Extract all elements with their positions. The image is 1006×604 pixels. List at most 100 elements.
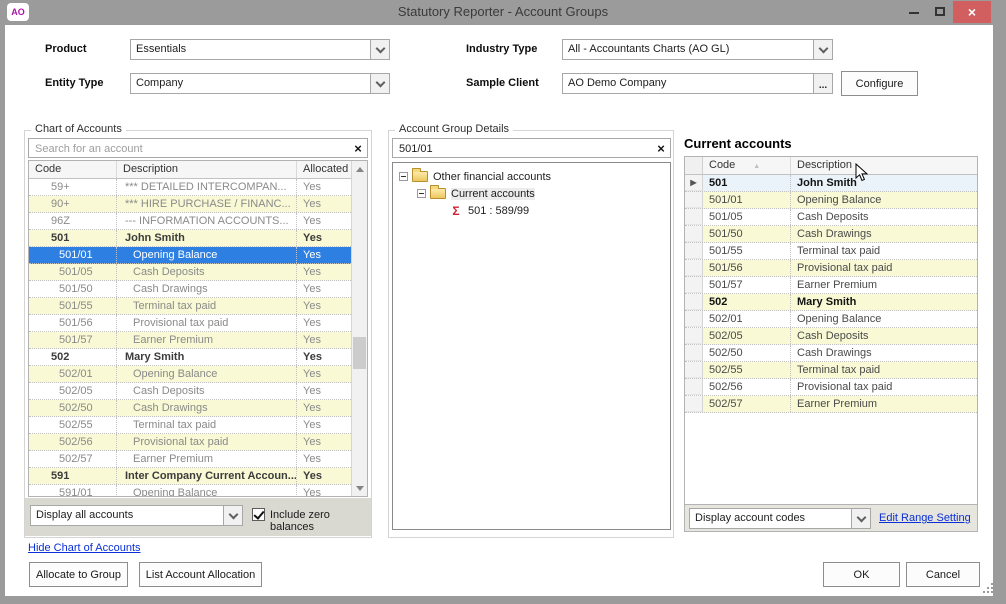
tree-expander-icon[interactable] — [399, 172, 408, 181]
current-accounts-row[interactable]: 501/50Cash Drawings — [685, 226, 977, 243]
coa-cell-description: Opening Balance — [117, 366, 297, 382]
clear-search-icon[interactable]: × — [350, 140, 366, 156]
chevron-down-icon[interactable] — [813, 40, 832, 59]
current-accounts-row[interactable]: 501/55Terminal tax paid — [685, 243, 977, 260]
coa-table-row[interactable]: 502/05Cash DepositsYes — [29, 383, 351, 400]
entity-type-select[interactable]: Company — [130, 73, 390, 94]
clear-filter-icon[interactable]: × — [653, 140, 669, 156]
include-zero-checkbox[interactable] — [252, 508, 265, 521]
row-selector[interactable] — [685, 192, 703, 208]
cancel-button[interactable]: Cancel — [906, 562, 980, 587]
scroll-down-icon[interactable] — [352, 480, 367, 496]
row-selector[interactable] — [685, 226, 703, 242]
list-account-allocation-button[interactable]: List Account Allocation — [139, 562, 262, 587]
tree-expander-icon[interactable] — [417, 189, 426, 198]
row-selector[interactable] — [685, 379, 703, 395]
ca-cell-code: 501/05 — [703, 209, 791, 225]
vertical-scrollbar[interactable] — [351, 161, 367, 496]
chevron-down-icon[interactable] — [851, 509, 870, 528]
ok-button[interactable]: OK — [823, 562, 900, 587]
row-selector[interactable] — [685, 396, 703, 412]
current-accounts-row[interactable]: 502/05Cash Deposits — [685, 328, 977, 345]
current-accounts-row[interactable]: 502/50Cash Drawings — [685, 345, 977, 362]
hide-chart-link[interactable]: Hide Chart of Accounts — [28, 542, 141, 554]
row-selector[interactable] — [685, 362, 703, 378]
row-selector[interactable] — [685, 311, 703, 327]
current-accounts-row[interactable]: 502/55Terminal tax paid — [685, 362, 977, 379]
current-accounts-row[interactable]: 501/05Cash Deposits — [685, 209, 977, 226]
coa-table-row[interactable]: 96Z--- INFORMATION ACCOUNTS...Yes — [29, 213, 351, 230]
current-accounts-row[interactable]: 502/56Provisional tax paid — [685, 379, 977, 396]
minimize-button[interactable] — [905, 4, 923, 20]
tree-node[interactable]: Current accounts — [393, 185, 670, 202]
coa-table-row[interactable]: 502/55Terminal tax paidYes — [29, 417, 351, 434]
account-search-box: × — [28, 138, 368, 158]
product-select[interactable]: Essentials — [130, 39, 390, 60]
display-codes-select[interactable]: Display account codes — [689, 508, 871, 529]
column-header-code[interactable]: Code▲ — [703, 157, 791, 174]
tree-node[interactable]: Other financial accounts — [393, 168, 670, 185]
current-accounts-row[interactable]: 501/01Opening Balance — [685, 192, 977, 209]
account-search-input[interactable] — [33, 140, 348, 158]
coa-cell-code: 591 — [29, 468, 117, 484]
close-button[interactable]: × — [953, 1, 991, 23]
coa-table-row[interactable]: 502/50Cash DrawingsYes — [29, 400, 351, 417]
row-selector[interactable] — [685, 328, 703, 344]
coa-table-row[interactable]: 59+*** DETAILED INTERCOMPAN...Yes — [29, 179, 351, 196]
sample-client-field[interactable]: AO Demo Company ... — [562, 73, 833, 94]
row-selector[interactable] — [685, 277, 703, 293]
coa-table-row[interactable]: 501/05Cash DepositsYes — [29, 264, 351, 281]
row-selector[interactable] — [685, 243, 703, 259]
current-accounts-row[interactable]: 502Mary Smith — [685, 294, 977, 311]
current-accounts-row[interactable]: 501/57Earner Premium — [685, 277, 977, 294]
coa-table-row[interactable]: 501/55Terminal tax paidYes — [29, 298, 351, 315]
current-accounts-row[interactable]: 501/56Provisional tax paid — [685, 260, 977, 277]
chevron-down-icon[interactable] — [370, 74, 389, 93]
display-accounts-value: Display all accounts — [36, 509, 222, 521]
industry-type-select[interactable]: All - Accountants Charts (AO GL) — [562, 39, 833, 60]
chevron-down-icon[interactable] — [370, 40, 389, 59]
allocate-to-group-button[interactable]: Allocate to Group — [29, 562, 128, 587]
column-header-allocated[interactable]: Allocated — [297, 161, 351, 178]
coa-table-row[interactable]: 501/50Cash DrawingsYes — [29, 281, 351, 298]
configure-button[interactable]: Configure — [841, 71, 918, 96]
coa-table-row[interactable]: 90+*** HIRE PURCHASE / FINANC...Yes — [29, 196, 351, 213]
coa-table-row[interactable]: 502/56Provisional tax paidYes — [29, 434, 351, 451]
column-header-description[interactable]: Description — [117, 161, 297, 178]
chevron-down-icon[interactable] — [223, 506, 242, 525]
tree-node[interactable]: Σ501 : 589/99 — [393, 202, 670, 219]
coa-table-row[interactable]: 502/57Earner PremiumYes — [29, 451, 351, 468]
display-accounts-select[interactable]: Display all accounts — [30, 505, 243, 526]
coa-table-row[interactable]: 591Inter Company Current Accoun...Yes — [29, 468, 351, 485]
coa-table-row[interactable]: 501/57Earner PremiumYes — [29, 332, 351, 349]
group-filter-input[interactable] — [397, 140, 651, 158]
scroll-up-icon[interactable] — [352, 161, 367, 177]
coa-table-row[interactable]: 502/01Opening BalanceYes — [29, 366, 351, 383]
row-selector-header — [685, 157, 703, 174]
coa-table-row[interactable]: 501John SmithYes — [29, 230, 351, 247]
resize-grip[interactable] — [983, 583, 994, 594]
coa-table-row[interactable]: 501/56Provisional tax paidYes — [29, 315, 351, 332]
entity-type-label: Entity Type — [45, 77, 103, 89]
row-selector[interactable] — [685, 260, 703, 276]
current-accounts-row[interactable]: ▶501John Smith — [685, 175, 977, 192]
edit-range-setting-link[interactable]: Edit Range Setting — [879, 512, 971, 524]
ca-cell-code: 501/57 — [703, 277, 791, 293]
column-header-code[interactable]: Code — [29, 161, 117, 178]
coa-table-row[interactable]: 501/01Opening BalanceYes — [29, 247, 351, 264]
row-selector[interactable] — [685, 345, 703, 361]
current-accounts-row[interactable]: 502/01Opening Balance — [685, 311, 977, 328]
coa-cell-code: 96Z — [29, 213, 117, 229]
coa-cell-code: 502 — [29, 349, 117, 365]
browse-button[interactable]: ... — [813, 74, 832, 93]
row-selector[interactable] — [685, 294, 703, 310]
ca-cell-description: Earner Premium — [791, 277, 977, 293]
coa-table-row[interactable]: 502Mary SmithYes — [29, 349, 351, 366]
row-selector[interactable]: ▶ — [685, 175, 703, 191]
row-selector[interactable] — [685, 209, 703, 225]
maximize-button[interactable] — [932, 4, 950, 20]
current-accounts-row[interactable]: 502/57Earner Premium — [685, 396, 977, 413]
coa-table-row[interactable]: 591/01Opening BalanceYes — [29, 485, 351, 497]
column-header-description[interactable]: Description — [791, 157, 977, 174]
scrollbar-thumb[interactable] — [353, 337, 366, 369]
